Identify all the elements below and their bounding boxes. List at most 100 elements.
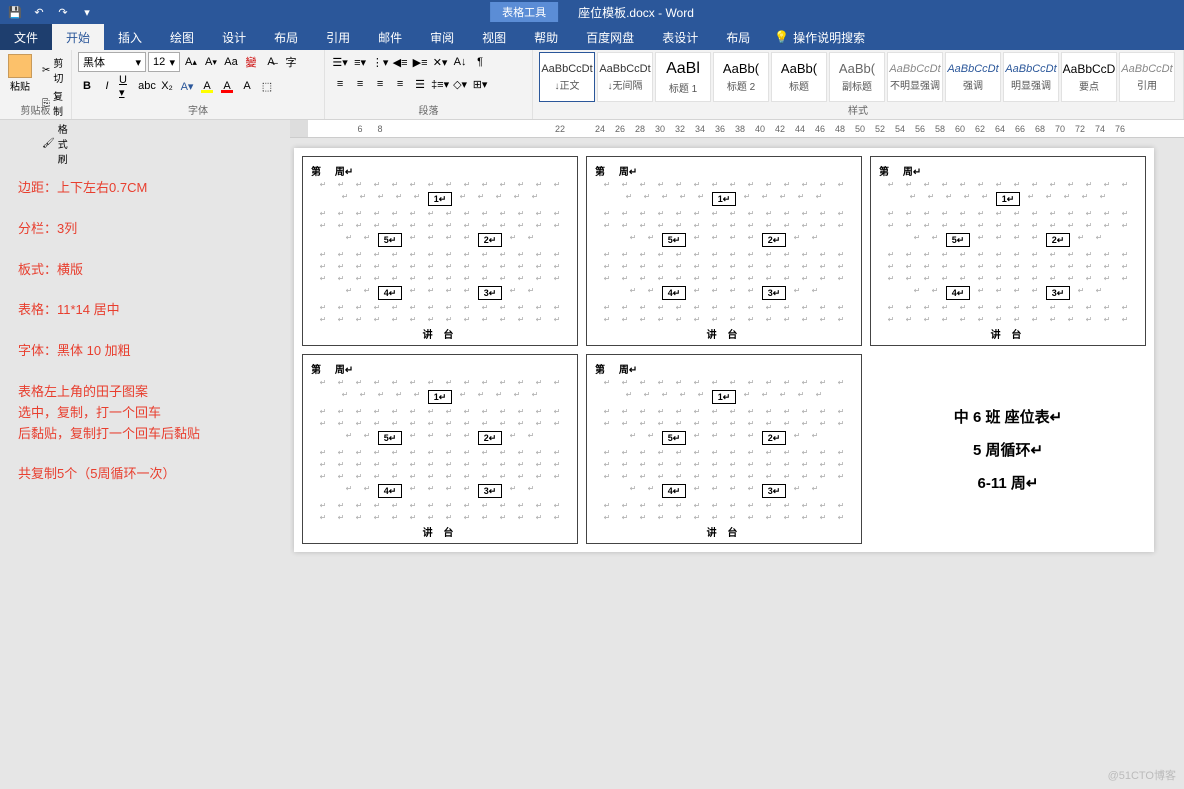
- tab-file[interactable]: 文件: [0, 24, 52, 50]
- ribbon-tabs: 文件 开始 插入 绘图 设计 布局 引用 邮件 审阅 视图 帮助 百度网盘 表设…: [0, 24, 1184, 50]
- clipboard-group-label: 剪贴板: [0, 102, 71, 117]
- format-painter-button[interactable]: 🖌格式刷: [39, 120, 71, 167]
- save-icon[interactable]: 💾: [6, 3, 24, 21]
- align-center-button[interactable]: ≡: [351, 74, 369, 94]
- bullets-button[interactable]: ☰▾: [331, 52, 349, 72]
- ribbon: 粘贴 ✂剪切 ⎘复制 🖌格式刷 剪贴板 黑体▾ 12▾ A▴ A▾ Aa 變 A…: [0, 50, 1184, 120]
- chevron-down-icon: ▾: [169, 56, 175, 69]
- style-item[interactable]: AaBbCcDt明显强调: [1003, 52, 1059, 102]
- char-shading-button[interactable]: A: [238, 76, 256, 96]
- strike-button[interactable]: abc: [138, 76, 156, 96]
- styles-group-label: 样式: [533, 102, 1183, 117]
- grow-font-button[interactable]: A▴: [182, 52, 200, 72]
- decrease-indent-button[interactable]: ◀≡: [391, 52, 409, 72]
- seating-table[interactable]: 第 周↵↵↵↵↵↵↵↵↵↵↵↵↵↵↵↵↵↵↵↵1↵↵↵↵↵↵↵↵↵↵↵↵↵↵↵↵…: [870, 156, 1146, 346]
- tab-home[interactable]: 开始: [52, 24, 104, 50]
- bold-button[interactable]: B: [78, 76, 96, 96]
- note-orientation: 板式：横版: [18, 260, 272, 281]
- sort-az-button[interactable]: A↓: [451, 52, 469, 72]
- justify-button[interactable]: ≡: [391, 74, 409, 94]
- style-item[interactable]: AaBbCcDt↓无间隔: [597, 52, 653, 102]
- tell-me-search[interactable]: 💡 操作说明搜索: [774, 29, 865, 46]
- sub-sup-button[interactable]: X₂: [158, 76, 176, 96]
- bulb-icon: 💡: [774, 30, 789, 44]
- info-weeks: 6-11 周↵: [978, 472, 1039, 493]
- note-margin: 边距：上下左右0.7CM: [18, 178, 272, 199]
- chevron-down-icon: ▾: [135, 56, 141, 69]
- tab-insert[interactable]: 插入: [104, 24, 156, 50]
- distribute-button[interactable]: ☰: [411, 74, 429, 94]
- note-copy-instructions: 表格左上角的田子图案 选中，复制，打一个回车 后黏贴，复制打一个回车后黏贴: [18, 382, 272, 444]
- title-bar: 💾 ↶ ↷ ▾ 表格工具 座位模板.docx - Word: [0, 0, 1184, 24]
- qat-more-icon[interactable]: ▾: [78, 3, 96, 21]
- paragraph-group-label: 段落: [325, 102, 532, 117]
- sort-button[interactable]: ✕▾: [431, 52, 449, 72]
- phonetic-button[interactable]: 變: [242, 52, 260, 72]
- tab-view[interactable]: 视图: [468, 24, 520, 50]
- numbering-button[interactable]: ≡▾: [351, 52, 369, 72]
- shrink-font-button[interactable]: A▾: [202, 52, 220, 72]
- enclose-button[interactable]: 字: [282, 52, 300, 72]
- shading-button[interactable]: ◇▾: [451, 74, 469, 94]
- annotation-panel: 边距：上下左右0.7CM 分栏：3列 板式：横版 表格：11*14 居中 字体：…: [0, 138, 290, 789]
- tab-table-layout[interactable]: 布局: [712, 24, 764, 50]
- style-item[interactable]: AaBbCcDt不明显强调: [887, 52, 943, 102]
- tab-design[interactable]: 设计: [208, 24, 260, 50]
- font-group-label: 字体: [72, 102, 324, 117]
- seating-table[interactable]: 第 周↵↵↵↵↵↵↵↵↵↵↵↵↵↵↵↵↵↵↵↵1↵↵↵↵↵↵↵↵↵↵↵↵↵↵↵↵…: [586, 156, 862, 346]
- style-item[interactable]: AaBb(标题: [771, 52, 827, 102]
- style-item[interactable]: AaBbCcDt引用: [1119, 52, 1175, 102]
- tab-table-design[interactable]: 表设计: [648, 24, 712, 50]
- styles-gallery[interactable]: AaBbCcDt↓正文AaBbCcDt↓无间隔AaBl标题 1AaBb(标题 2…: [539, 52, 1177, 106]
- style-item[interactable]: AaBbCcDt强调: [945, 52, 1001, 102]
- paste-label: 粘贴: [10, 78, 30, 93]
- tell-me-label: 操作说明搜索: [793, 29, 865, 46]
- seating-table[interactable]: 第 周↵↵↵↵↵↵↵↵↵↵↵↵↵↵↵↵↵↵↵↵1↵↵↵↵↵↵↵↵↵↵↵↵↵↵↵↵…: [302, 156, 578, 346]
- note-columns: 分栏：3列: [18, 219, 272, 240]
- tab-draw[interactable]: 绘图: [156, 24, 208, 50]
- align-left-button[interactable]: ≡: [331, 74, 349, 94]
- contextual-tab-label: 表格工具: [490, 2, 558, 22]
- multilevel-button[interactable]: ⋮▾: [371, 52, 389, 72]
- note-table: 表格：11*14 居中: [18, 300, 272, 321]
- cut-button[interactable]: ✂剪切: [39, 54, 71, 86]
- tab-help[interactable]: 帮助: [520, 24, 572, 50]
- style-item[interactable]: AaBl标题 1: [655, 52, 711, 102]
- document-area[interactable]: 第 周↵↵↵↵↵↵↵↵↵↵↵↵↵↵↵↵↵↵↵↵1↵↵↵↵↵↵↵↵↵↵↵↵↵↵↵↵…: [290, 138, 1184, 789]
- style-item[interactable]: AaBbCcDt↓正文: [539, 52, 595, 102]
- tab-layout[interactable]: 布局: [260, 24, 312, 50]
- cut-icon: ✂: [42, 65, 50, 76]
- highlight-button[interactable]: A: [198, 76, 216, 96]
- line-spacing-button[interactable]: ‡≡▾: [431, 74, 449, 94]
- style-item[interactable]: AaBbCcD要点: [1061, 52, 1117, 102]
- style-item[interactable]: AaBb(标题 2: [713, 52, 769, 102]
- quick-access-toolbar: 💾 ↶ ↷ ▾: [0, 3, 96, 21]
- italic-button[interactable]: I: [98, 76, 116, 96]
- undo-icon[interactable]: ↶: [30, 3, 48, 21]
- info-block: 中 6 班 座位表↵5 周循环↵6-11 周↵: [870, 354, 1146, 544]
- font-size-combo[interactable]: 12▾: [148, 52, 180, 72]
- show-marks-button[interactable]: ¶: [471, 52, 489, 72]
- text-effects-button[interactable]: A▾: [178, 76, 196, 96]
- tab-mailings[interactable]: 邮件: [364, 24, 416, 50]
- tab-references[interactable]: 引用: [312, 24, 364, 50]
- align-right-button[interactable]: ≡: [371, 74, 389, 94]
- font-name-combo[interactable]: 黑体▾: [78, 52, 146, 72]
- style-item[interactable]: AaBb(副标题: [829, 52, 885, 102]
- tab-baidu[interactable]: 百度网盘: [572, 24, 648, 50]
- watermark: @51CTO博客: [1108, 767, 1176, 783]
- horizontal-ruler[interactable]: 2682224262830323436384042444648505254565…: [290, 120, 1184, 138]
- font-color-button[interactable]: A: [218, 76, 236, 96]
- seating-table[interactable]: 第 周↵↵↵↵↵↵↵↵↵↵↵↵↵↵↵↵↵↵↵↵1↵↵↵↵↵↵↵↵↵↵↵↵↵↵↵↵…: [586, 354, 862, 544]
- document-title: 座位模板.docx - Word: [578, 4, 694, 21]
- redo-icon[interactable]: ↷: [54, 3, 72, 21]
- seating-table[interactable]: 第 周↵↵↵↵↵↵↵↵↵↵↵↵↵↵↵↵↵↵↵↵1↵↵↵↵↵↵↵↵↵↵↵↵↵↵↵↵…: [302, 354, 578, 544]
- increase-indent-button[interactable]: ▶≡: [411, 52, 429, 72]
- char-border-button[interactable]: ⬚: [258, 76, 276, 96]
- borders-button[interactable]: ⊞▾: [471, 74, 489, 94]
- clear-format-button[interactable]: A̶: [262, 52, 280, 72]
- tab-review[interactable]: 审阅: [416, 24, 468, 50]
- change-case-button[interactable]: Aa: [222, 52, 240, 72]
- info-cycle: 5 周循环↵: [973, 439, 1043, 460]
- underline-button[interactable]: U ▾: [118, 76, 136, 96]
